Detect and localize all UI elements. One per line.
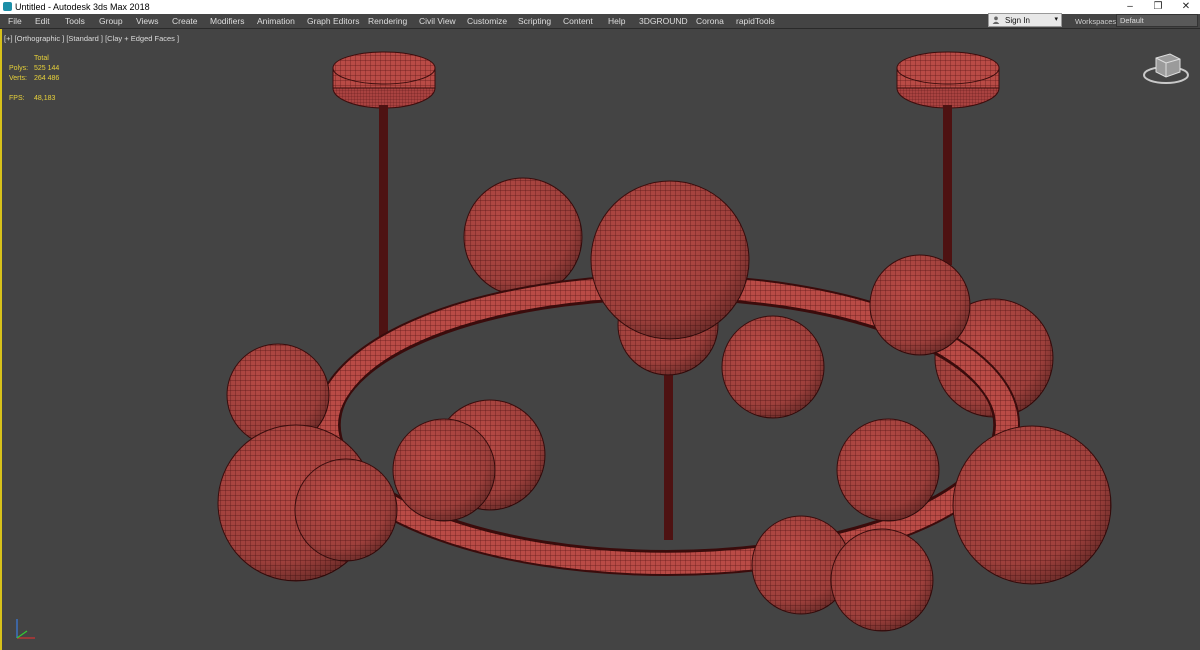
user-icon [992, 16, 1000, 24]
menu-edit[interactable]: Edit [35, 16, 50, 26]
restore-button[interactable]: ❐ [1144, 0, 1172, 14]
center-rod [664, 360, 673, 540]
menu-rendering[interactable]: Rendering [368, 16, 407, 26]
suspension-rod-left [379, 105, 388, 350]
menu-tools[interactable]: Tools [65, 16, 85, 26]
sphere [869, 254, 971, 356]
menu-create[interactable]: Create [172, 16, 198, 26]
menu-animation[interactable]: Animation [257, 16, 295, 26]
title-bar: Untitled - Autodesk 3ds Max 2018 – ❐ ✕ [0, 0, 1200, 14]
viewport-label[interactable]: [+] [Orthographic ] [Standard ] [Clay + … [4, 34, 179, 43]
sphere [294, 458, 398, 562]
suspension-rod-right [943, 105, 952, 265]
workspaces-label: Workspaces: [1075, 17, 1119, 26]
menu-help[interactable]: Help [608, 16, 625, 26]
fps-value: 48,183 [34, 95, 56, 102]
stats-header: Total [34, 55, 49, 62]
menu-civil-view[interactable]: Civil View [419, 16, 456, 26]
polys-label: Polys: [9, 65, 29, 72]
sphere [463, 177, 583, 297]
axis-tripod-icon [16, 619, 35, 639]
sphere [836, 418, 940, 522]
menu-corona[interactable]: Corona [696, 16, 724, 26]
ceiling-mount-left [332, 51, 436, 109]
sphere [590, 180, 750, 340]
minimize-button[interactable]: – [1116, 0, 1144, 14]
menu-file[interactable]: File [8, 16, 22, 26]
viewcube-icon[interactable] [1140, 48, 1192, 88]
sign-in-dropdown[interactable]: Sign In ▾ [988, 13, 1062, 27]
ceiling-mount-right [896, 51, 1000, 109]
verts-label: Verts: [9, 75, 27, 82]
menu-modifiers[interactable]: Modifiers [210, 16, 244, 26]
menu-customize[interactable]: Customize [467, 16, 507, 26]
menu-views[interactable]: Views [136, 16, 159, 26]
statistics-overlay: Total Polys: 525 144 Verts: 264 486 FPS: 48… [9, 54, 89, 104]
sphere [721, 315, 825, 419]
chevron-down-icon: ▾ [1054, 16, 1058, 23]
menu-rapidtools[interactable]: rapidTools [736, 16, 775, 26]
close-button[interactable]: ✕ [1172, 0, 1200, 14]
menu-3dground[interactable]: 3DGROUND [639, 16, 688, 26]
sphere [392, 418, 496, 522]
menu-group[interactable]: Group [99, 16, 123, 26]
3dsmax-icon [3, 2, 12, 11]
menu-scripting[interactable]: Scripting [518, 16, 551, 26]
window-title: Untitled - Autodesk 3ds Max 2018 [15, 2, 150, 12]
polys-value: 525 144 [34, 65, 60, 72]
workspaces-value: Default [1120, 16, 1144, 25]
sphere [830, 528, 934, 632]
menu-content[interactable]: Content [563, 16, 593, 26]
workspaces-select[interactable]: Default [1116, 14, 1198, 27]
verts-value: 264 486 [34, 75, 60, 82]
scene-render[interactable] [0, 29, 1200, 650]
fps-label: FPS: [9, 95, 25, 102]
sphere [952, 425, 1112, 585]
sign-in-label: Sign In [1005, 16, 1030, 25]
menu-graph-editors[interactable]: Graph Editors [307, 16, 359, 26]
